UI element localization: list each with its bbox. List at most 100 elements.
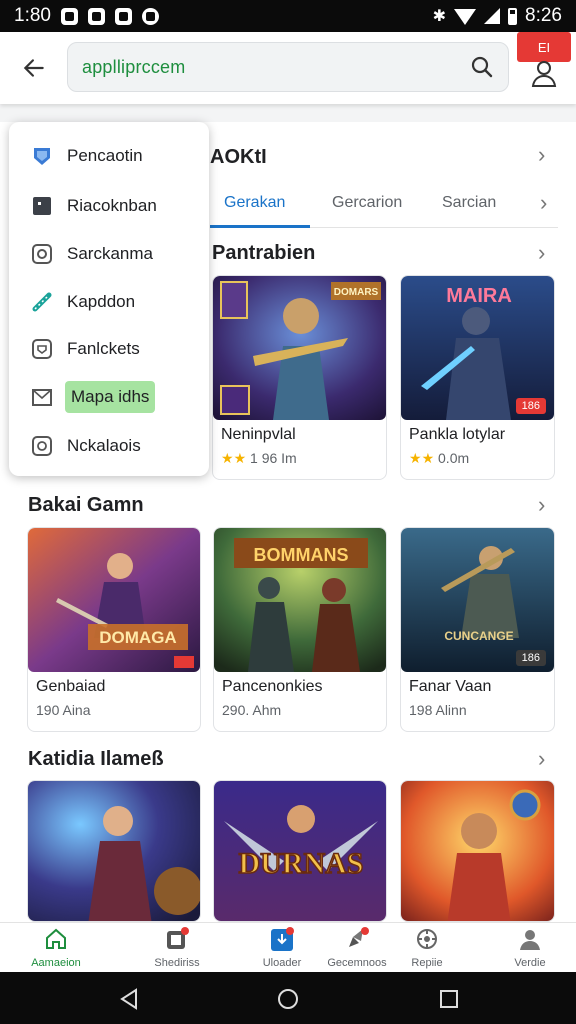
menu-item-riacoknban[interactable]: Riacoknban	[9, 186, 209, 226]
menu-item-pencaotin[interactable]: Pencaotin	[9, 136, 209, 176]
game-thumbnail	[28, 781, 200, 921]
chevron-right-icon[interactable]: ›	[538, 142, 545, 168]
menu-item-label: Riacoknban	[67, 196, 157, 215]
star-icon: ★	[421, 450, 435, 466]
game-card[interactable]: DURNAS	[213, 780, 387, 922]
system-navigation-bar	[0, 972, 576, 1024]
wifi-icon	[454, 9, 477, 25]
bottom-navigation: Aamaeion Shediriss Uloader Gecemnoos Rep…	[0, 922, 576, 972]
status-bar: 1:80 ✱ 8:26	[0, 0, 576, 32]
dropdown-menu: Pencaotin Riacoknban Sarckanma Kapddon F…	[9, 122, 209, 476]
status-time-left: 1:80	[14, 5, 51, 26]
back-arrow-icon[interactable]	[16, 50, 52, 86]
menu-item-label: Nckalaois	[67, 436, 141, 455]
nav-label: Aamaeion	[31, 957, 81, 969]
section-title-aoktl: AOKtI	[210, 146, 267, 168]
game-thumbnail: BOMMANS	[214, 528, 386, 672]
section-title-pantrabien: Pantrabien	[212, 242, 316, 264]
search-input[interactable]: applliprccem	[67, 42, 509, 92]
menu-item-label: Sarckanma	[67, 244, 153, 263]
chevron-right-icon[interactable]: ›	[540, 190, 547, 216]
thumbnail-caption: DOMAGA	[99, 628, 176, 647]
game-card[interactable]: DOMAGA Genbaiad 190 Aina	[27, 527, 201, 732]
card-meta: ★★ 0.0m	[409, 450, 469, 467]
person-icon	[518, 927, 542, 951]
game-card[interactable]: CUNCANGE 186 Fanar Vaan 198 Alinn	[400, 527, 555, 732]
nav-label: Shediriss	[154, 957, 200, 969]
search-icon[interactable]	[470, 55, 494, 79]
menu-item-fanlckets[interactable]: Fanlckets	[9, 329, 209, 369]
game-card[interactable]: DOMARS Neninpvlal ★★ 1 96 Im	[212, 275, 387, 480]
card-title: Fanar Vaan	[409, 678, 492, 695]
card-meta: 190 Aina	[36, 702, 91, 718]
shield-cube-icon	[31, 145, 53, 167]
game-thumbnail	[401, 781, 554, 921]
battery-icon	[508, 7, 518, 25]
bluetooth-icon: ✱	[432, 8, 447, 25]
nav-item-home[interactable]: Aamaeion	[11, 927, 101, 969]
game-card[interactable]: MAIRA 186 Pankla lotylar ★★ 0.0m	[400, 275, 555, 480]
nav-label: Repiie	[411, 957, 443, 969]
envelope-icon	[31, 386, 53, 408]
menu-item-nckalaois[interactable]: Nckalaois	[9, 426, 209, 466]
nav-item-apps[interactable]: Shediriss	[132, 927, 222, 969]
signal-icon	[484, 8, 501, 24]
star-icon: ★	[233, 450, 247, 466]
rocket-icon	[345, 927, 369, 951]
camera-icon	[31, 435, 53, 457]
card-meta: ★★ 1 96 Im	[221, 450, 297, 467]
thumbnail-caption: DOMARS	[334, 287, 379, 298]
menu-item-label: Pencaotin	[67, 146, 143, 165]
card-tag: 186	[515, 650, 546, 666]
game-card[interactable]: BOMMANS Pancenonkies 290. Ahm	[213, 527, 387, 732]
star-icon: ★	[221, 450, 234, 466]
tab-gerakan[interactable]: Gerakan	[224, 194, 285, 212]
notification-icon	[141, 7, 159, 25]
menu-item-sarckanma[interactable]: Sarckanma	[9, 234, 209, 274]
card-meta-text: 0.0m	[438, 450, 470, 466]
game-thumbnail: DURNAS	[214, 781, 386, 921]
active-tab-indicator	[210, 225, 310, 228]
tab-sarcian[interactable]: Sarcian	[442, 194, 496, 212]
target-icon	[31, 243, 53, 265]
menu-item-label: Kapddon	[67, 292, 136, 311]
tab-gercarion[interactable]: Gercarion	[332, 194, 402, 212]
game-card[interactable]	[27, 780, 201, 922]
search-query: applliprccem	[82, 56, 186, 77]
card-meta: 198 Alinn	[409, 702, 467, 718]
thumbnail-caption: DURNAS	[238, 847, 363, 880]
nav-item-settings[interactable]: Repiie	[382, 927, 472, 969]
notification-icon	[114, 7, 132, 25]
status-time-right: 8:26	[525, 5, 562, 26]
card-tag: 186	[515, 398, 546, 414]
game-thumbnail: DOMARS	[213, 276, 386, 420]
thumbnail-caption: BOMMANS	[254, 545, 349, 565]
home-circle-icon[interactable]	[277, 988, 299, 1010]
card-title: Pancenonkies	[222, 678, 323, 695]
card-meta: 290. Ahm	[222, 702, 282, 718]
game-card[interactable]	[400, 780, 555, 922]
back-triangle-icon[interactable]	[118, 988, 140, 1010]
game-thumbnail: DOMAGA	[28, 528, 200, 672]
notification-icon	[87, 7, 105, 25]
card-title: Pankla lotylar	[409, 426, 506, 443]
link-icon	[31, 291, 53, 313]
recents-square-icon[interactable]	[438, 988, 460, 1010]
menu-item-label: Fanlckets	[67, 339, 140, 358]
nav-label: Verdie	[514, 957, 546, 969]
thumbnail-caption: MAIRA	[446, 285, 512, 307]
app-tile-icon	[31, 195, 53, 217]
nav-item-profile[interactable]: Verdie	[485, 927, 575, 969]
chevron-right-icon[interactable]: ›	[538, 492, 545, 518]
menu-item-kapddon[interactable]: Kapddon	[9, 282, 209, 322]
menu-item-mapa-idhs[interactable]: Mapa idhs	[9, 377, 209, 417]
card-title: Neninpvlal	[221, 426, 296, 443]
home-icon	[44, 927, 68, 951]
notification-icon	[60, 7, 78, 25]
app-bar: applliprccem EI	[0, 32, 576, 104]
chevron-right-icon[interactable]: ›	[538, 746, 545, 772]
shield-icon	[31, 338, 53, 360]
chevron-right-icon[interactable]: ›	[538, 240, 545, 266]
profile-icon[interactable]	[530, 58, 558, 88]
menu-item-label: Mapa idhs	[65, 381, 156, 413]
